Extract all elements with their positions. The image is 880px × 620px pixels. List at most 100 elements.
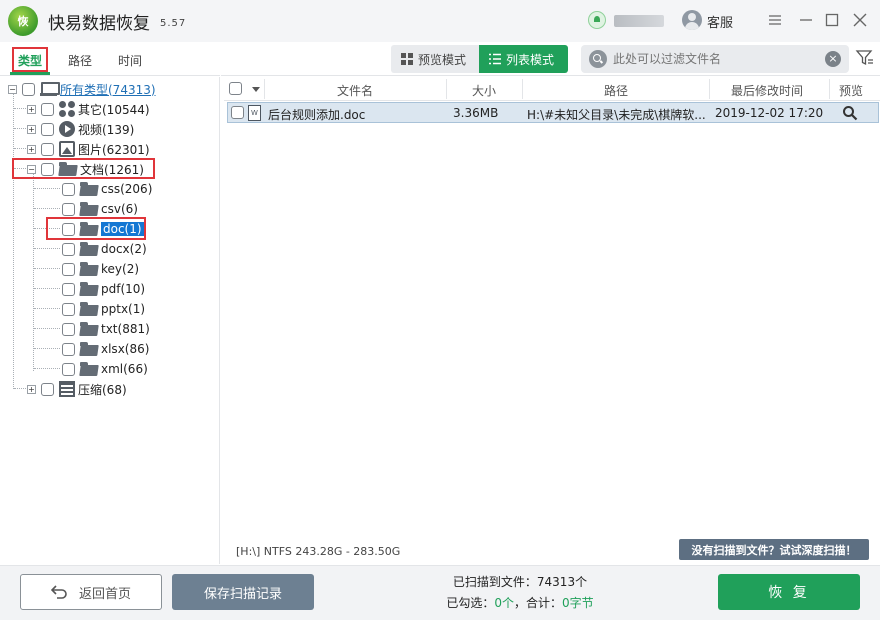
close-icon[interactable] [850,10,870,30]
column-header-modified[interactable]: 最后修改时间 [731,82,803,99]
customer-service-avatar-icon[interactable] [682,10,702,30]
table-row[interactable]: 后台规则添加.doc 3.36MB H:\#未知父目录\未完成\棋牌软... 2… [227,102,879,123]
select-all-checkbox[interactable] [229,82,242,95]
chevron-down-icon[interactable] [252,87,260,92]
view-toolbar: 预览模式 列表模式 × [221,42,880,76]
tab-time[interactable]: 时间 [118,52,142,69]
tree-root[interactable]: − 所有类型(74313) [8,79,156,99]
tree-subitem-label[interactable]: xml(66) [101,362,148,376]
checkbox[interactable] [62,242,75,256]
folder-icon [80,202,98,216]
column-header-size[interactable]: 大小 [472,82,496,99]
tree-subitem-label[interactable]: key(2) [101,262,139,276]
checkbox[interactable] [62,182,75,196]
active-tab-indicator [10,72,50,75]
filter-icon[interactable] [855,48,875,68]
checkbox[interactable] [41,142,54,156]
cell-size: 3.36MB [453,106,499,120]
user-status-icon[interactable] [588,11,606,29]
tree-subitem-label[interactable]: docx(2) [101,242,147,256]
cell-modified: 2019-12-02 17:20 [715,106,824,120]
expand-icon[interactable]: + [27,124,36,134]
tab-path[interactable]: 路径 [68,52,92,69]
tree-item-archive[interactable]: + 压缩(68) [27,379,127,399]
row-checkbox[interactable] [231,106,244,119]
tree-subitem-xlsx[interactable]: xlsx(86) [62,339,149,359]
tree-subitem-css[interactable]: css(206) [62,179,152,199]
list-mode-button[interactable]: 列表模式 [479,45,568,73]
computer-icon [40,82,60,96]
menu-icon[interactable] [765,10,785,30]
checkbox[interactable] [62,342,75,356]
archive-icon [59,381,75,397]
checkbox[interactable] [62,202,75,216]
tree-subitem-docx[interactable]: docx(2) [62,239,147,259]
tree-subitem-csv[interactable]: csv(6) [62,199,138,219]
tree-root-label[interactable]: 所有类型(74313) [60,81,156,98]
tree-item-other[interactable]: + 其它(10544) [27,99,150,119]
recover-button[interactable]: 恢 复 [718,574,860,610]
tree-item-video[interactable]: + 视频(139) [27,119,134,139]
highlight-box-documents [12,158,155,179]
expand-icon[interactable]: + [27,104,36,114]
highlight-box-tab-type [12,47,48,72]
back-home-button[interactable]: 返回首页 [20,574,162,610]
app-title: 快易数据恢复 [48,14,150,34]
tree-subitem-label[interactable]: pdf(10) [101,282,145,296]
tree-item-label[interactable]: 压缩(68) [78,381,127,398]
folder-icon [80,282,98,296]
tree-subitem-xml[interactable]: xml(66) [62,359,148,379]
checkbox[interactable] [62,262,75,276]
checkbox[interactable] [62,302,75,316]
file-table-header: 文件名 大小 路径 最后修改时间 预览 [224,77,880,101]
maximize-icon[interactable] [822,10,842,30]
tree-item-image[interactable]: + 图片(62301) [27,139,150,159]
filename-filter-input[interactable] [613,51,813,67]
tree-subitem-label[interactable]: css(206) [101,182,152,196]
customer-service-label[interactable]: 客服 [707,12,733,31]
scanned-files-line: 已扫描到文件：74313个 [452,575,588,589]
tree-subitem-pdf[interactable]: pdf(10) [62,279,145,299]
folder-icon [80,322,98,336]
checkbox[interactable] [41,122,54,136]
checkbox[interactable] [41,382,54,396]
tree-subitem-label[interactable]: xlsx(86) [101,342,149,356]
cell-filename: 后台规则添加.doc [268,108,366,122]
checkbox[interactable] [22,82,35,96]
checkbox[interactable] [62,282,75,296]
tree-item-label[interactable]: 视频(139) [78,121,134,138]
checkbox[interactable] [62,322,75,336]
word-document-icon [248,105,261,121]
image-icon [59,141,75,157]
deep-scan-button[interactable]: 没有扫描到文件？试试深度扫描！ [679,539,869,560]
list-icon [489,53,501,65]
column-header-path[interactable]: 路径 [604,82,628,99]
folder-icon [80,182,98,196]
expand-icon[interactable]: + [27,384,36,394]
user-name-redacted[interactable] [614,15,664,27]
clear-icon[interactable]: × [825,51,841,67]
collapse-icon[interactable]: − [8,84,17,94]
column-header-filename[interactable]: 文件名 [337,82,373,99]
tree-subitem-key[interactable]: key(2) [62,259,139,279]
column-header-preview[interactable]: 预览 [839,82,863,99]
tree-subitem-label[interactable]: txt(881) [101,322,150,336]
tree-item-label[interactable]: 其它(10544) [78,101,150,118]
tree-subitem-label[interactable]: csv(6) [101,202,138,216]
tree-subitem-txt[interactable]: txt(881) [62,319,150,339]
tree-subitem-label[interactable]: pptx(1) [101,302,145,316]
preview-magnifier-icon[interactable] [842,105,858,121]
tree-item-label[interactable]: 图片(62301) [78,141,150,158]
minimize-icon[interactable] [796,10,816,30]
folder-icon [80,242,98,256]
checkbox[interactable] [62,362,75,376]
apps-icon [59,101,75,117]
expand-icon[interactable]: + [27,144,36,154]
checkbox[interactable] [41,102,54,116]
folder-icon [80,342,98,356]
preview-mode-button[interactable]: 预览模式 [391,45,479,73]
save-scan-record-button[interactable]: 保存扫描记录 [172,574,314,610]
highlight-box-doc [46,217,146,240]
search-icon [589,50,607,68]
tree-subitem-pptx[interactable]: pptx(1) [62,299,145,319]
